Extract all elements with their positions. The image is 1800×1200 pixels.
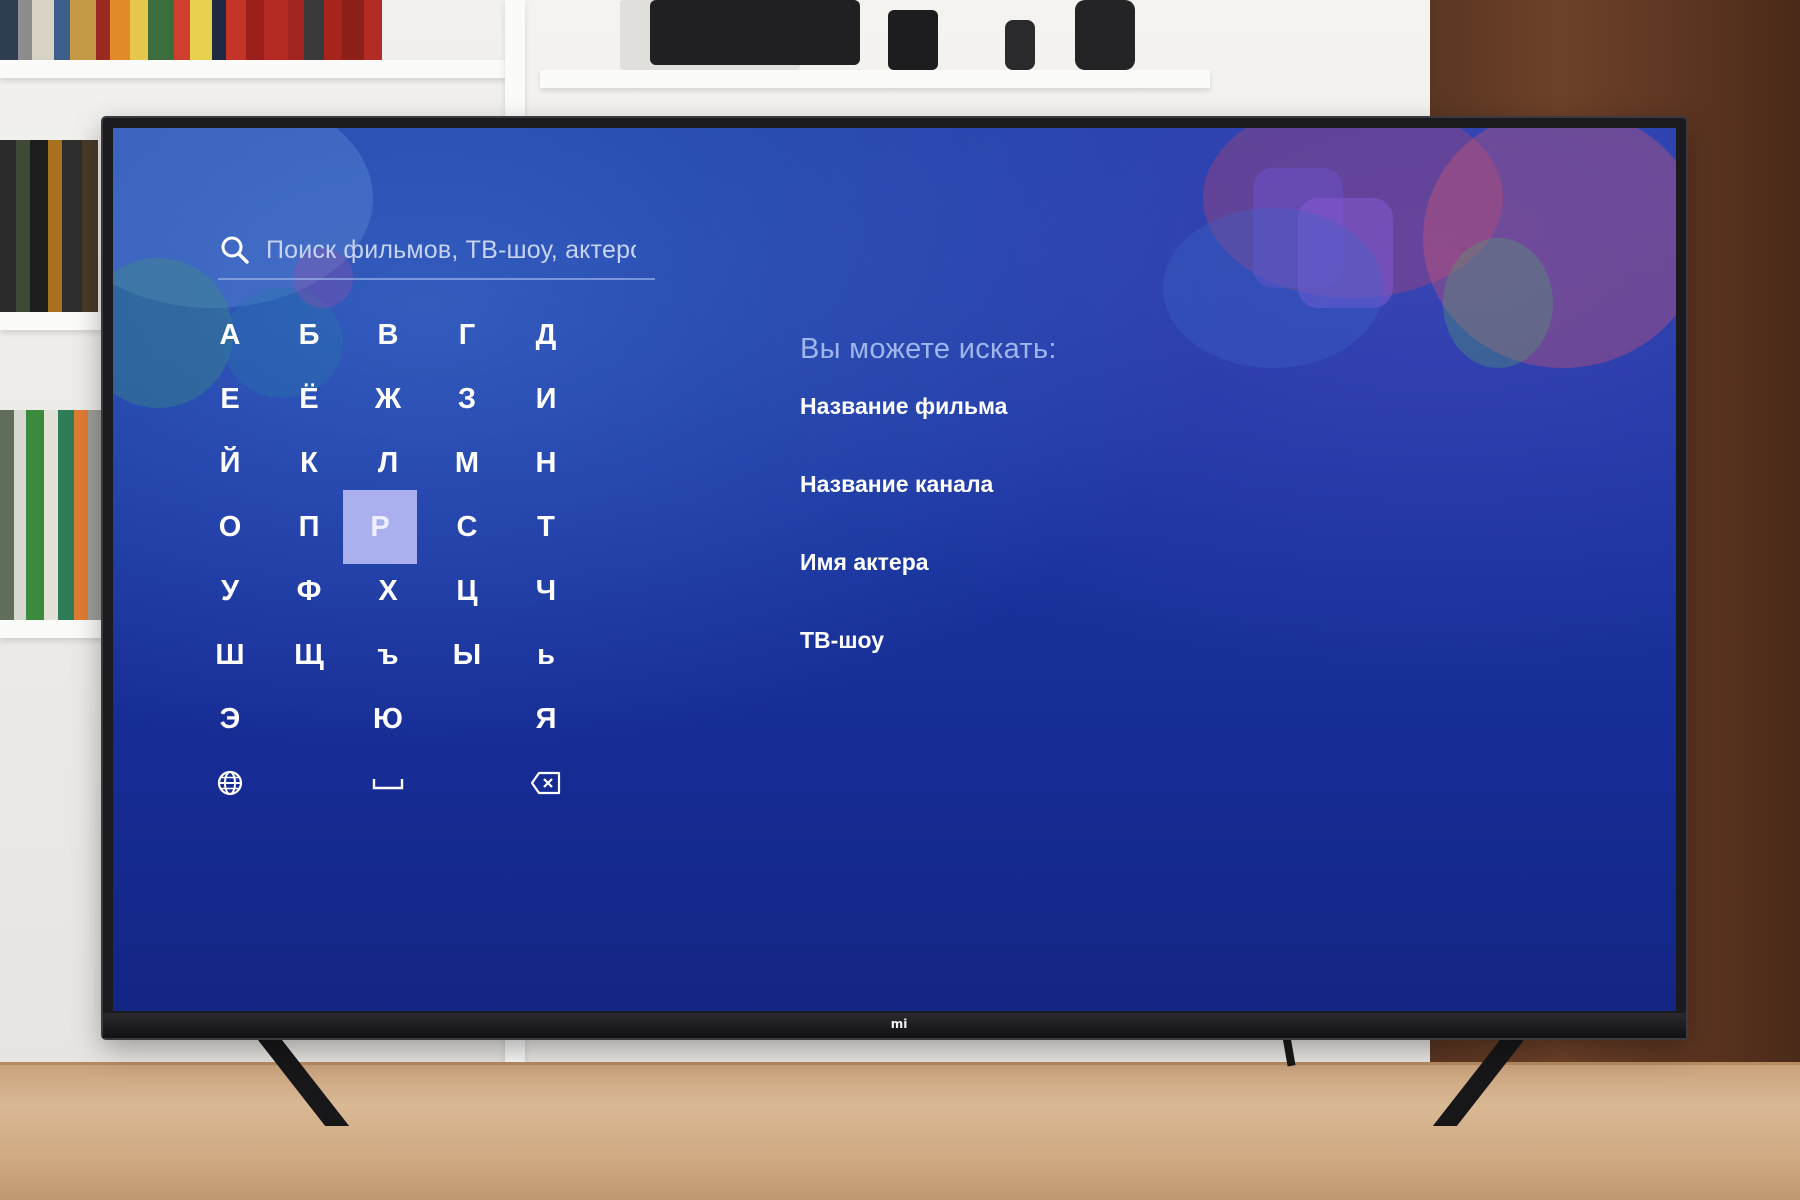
globe-icon — [216, 769, 244, 797]
key-short-i[interactable]: Й — [193, 426, 267, 500]
key-ef[interactable]: Ф — [272, 554, 346, 628]
hint-tv-show: ТВ-шоу — [800, 627, 885, 653]
key-ze[interactable]: З — [430, 362, 504, 436]
hint-actor-name: Имя актера — [800, 549, 929, 575]
key-zhe[interactable]: Ж — [351, 362, 425, 436]
key-e[interactable]: Э — [193, 682, 267, 756]
shelf-object — [1005, 20, 1035, 70]
backspace-key[interactable] — [509, 746, 583, 820]
backspace-icon — [530, 771, 562, 795]
key-ge[interactable]: Г — [430, 298, 504, 372]
key-kha[interactable]: Х — [351, 554, 425, 628]
key-em[interactable]: М — [430, 426, 504, 500]
key-be[interactable]: Б — [272, 298, 346, 372]
key-ka[interactable]: К — [272, 426, 346, 500]
search-hint-title: Вы можете искать: — [800, 333, 1057, 365]
books-top-left — [0, 0, 490, 60]
shelf-board — [0, 620, 110, 638]
search-icon — [218, 233, 252, 267]
language-key[interactable] — [193, 746, 267, 820]
key-soft-sign[interactable]: ь — [509, 618, 583, 692]
key-el[interactable]: Л — [351, 426, 425, 500]
on-screen-keyboard: А Б В Г Д Е Ё Ж З И Й К Л М Н О П Р С Т … — [193, 298, 653, 888]
key-shcha[interactable]: Щ — [272, 618, 346, 692]
search-bar[interactable]: Поиск фильмов, ТВ-шоу, актеров — [218, 222, 655, 280]
hint-channel-name: Название канала — [800, 471, 994, 497]
key-de[interactable]: Д — [509, 298, 583, 372]
books-middle-left — [0, 140, 105, 312]
wooden-table — [0, 1065, 1800, 1200]
shelf-object — [650, 0, 860, 65]
key-che[interactable]: Ч — [509, 554, 583, 628]
space-icon — [372, 775, 404, 791]
key-er-selected[interactable]: Р — [343, 490, 417, 564]
key-pe[interactable]: П — [272, 490, 346, 564]
key-o[interactable]: О — [193, 490, 267, 564]
key-yu[interactable]: Ю — [351, 682, 425, 756]
shelf-object — [1075, 0, 1135, 70]
key-u[interactable]: У — [193, 554, 267, 628]
shelf-board — [0, 312, 110, 330]
shelf-board — [540, 70, 1210, 88]
key-i[interactable]: И — [509, 362, 583, 436]
key-yery[interactable]: Ы — [430, 618, 504, 692]
key-yo[interactable]: Ё — [272, 362, 346, 436]
key-ve[interactable]: В — [351, 298, 425, 372]
key-es[interactable]: С — [430, 490, 504, 564]
key-te[interactable]: Т — [509, 490, 583, 564]
decor-blob — [1163, 208, 1383, 368]
key-tse[interactable]: Ц — [430, 554, 504, 628]
tv-brand-logo: mi — [890, 1017, 908, 1031]
key-en[interactable]: Н — [509, 426, 583, 500]
key-sha[interactable]: Ш — [193, 618, 267, 692]
shelf-object — [888, 10, 938, 70]
books-lower-left — [0, 410, 105, 620]
space-key[interactable] — [351, 746, 425, 820]
key-ye[interactable]: Е — [193, 362, 267, 436]
key-a[interactable]: А — [193, 298, 267, 372]
shelf-board — [0, 60, 520, 78]
decor-blob — [1443, 238, 1553, 368]
hint-movie-title: Название фильма — [800, 393, 1008, 419]
key-hard-sign[interactable]: ъ — [351, 618, 425, 692]
key-ya[interactable]: Я — [509, 682, 583, 756]
tv-screen: Поиск фильмов, ТВ-шоу, актеров А Б В Г Д… — [113, 128, 1676, 1011]
search-input[interactable]: Поиск фильмов, ТВ-шоу, актеров — [266, 236, 636, 265]
